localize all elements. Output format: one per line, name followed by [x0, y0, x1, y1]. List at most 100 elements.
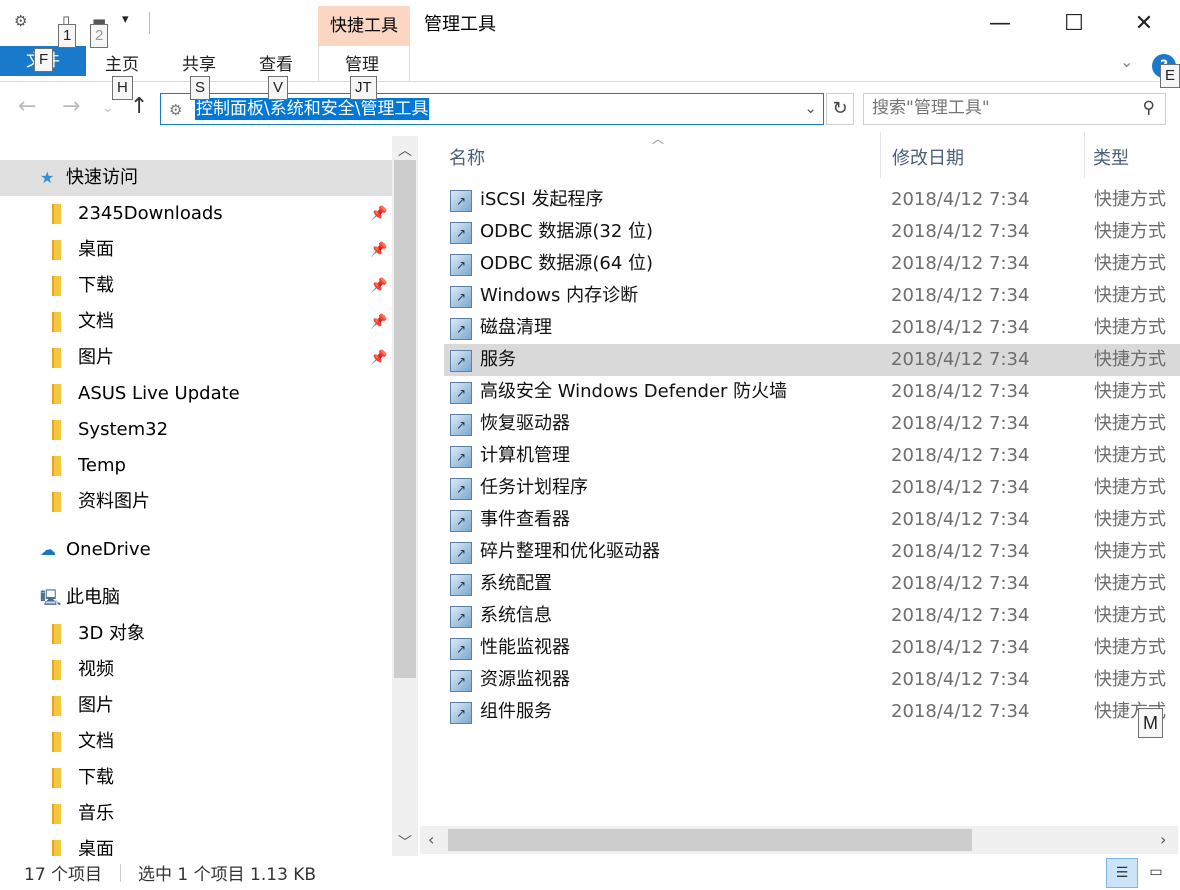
- file-name: 高级安全 Windows Defender 防火墙: [480, 381, 788, 402]
- nav-item[interactable]: Temp: [0, 448, 392, 484]
- nav-item[interactable]: ★ 快速访问: [0, 160, 392, 196]
- nav-item[interactable]: 音乐: [0, 796, 392, 832]
- column-header-name[interactable]: 名称: [449, 144, 485, 170]
- file-row[interactable]: ↗ ODBC 数据源(64 位) 2018/4/12 7:34 快捷方式: [444, 248, 1180, 280]
- scroll-down-icon[interactable]: ﹀: [392, 832, 418, 852]
- file-name: 系统信息: [480, 605, 552, 626]
- file-row[interactable]: ↗ ODBC 数据源(32 位) 2018/4/12 7:34 快捷方式: [444, 216, 1180, 248]
- nav-item[interactable]: System32: [0, 412, 392, 448]
- nav-item[interactable]: 桌面: [0, 832, 392, 856]
- nav-item[interactable]: ASUS Live Update: [0, 376, 392, 412]
- tab-share[interactable]: 共享: [182, 50, 216, 75]
- nav-item[interactable]: 资料图片: [0, 484, 392, 520]
- file-row[interactable]: ↗ 任务计划程序 2018/4/12 7:34 快捷方式: [444, 472, 1180, 504]
- nav-item[interactable]: 文档: [0, 724, 392, 760]
- address-bar[interactable]: ⚙ 控制面板\系统和安全\管理工具 ⌄: [160, 93, 824, 125]
- file-name: ODBC 数据源(32 位): [480, 221, 654, 242]
- pin-icon[interactable]: 📌: [370, 268, 387, 304]
- maximize-button[interactable]: ☐: [1044, 0, 1104, 46]
- nav-item[interactable]: 桌面 📌: [0, 232, 392, 268]
- nav-item[interactable]: 3D 对象: [0, 616, 392, 652]
- close-button[interactable]: ✕: [1114, 0, 1174, 46]
- nav-item[interactable]: 图片: [0, 688, 392, 724]
- tab-manage[interactable]: 管理: [345, 50, 379, 75]
- pin-icon[interactable]: 📌: [370, 340, 387, 376]
- horizontal-scroll-thumb[interactable]: [448, 829, 972, 851]
- file-name: 计算机管理: [480, 445, 570, 466]
- keytip-floating: M: [1138, 708, 1163, 738]
- column-header-type[interactable]: 类型: [1093, 144, 1129, 170]
- pin-icon[interactable]: 📌: [370, 196, 387, 232]
- nav-item[interactable]: 下载 📌: [0, 268, 392, 304]
- nav-item[interactable]: 🖳 此电脑: [0, 580, 392, 616]
- forward-arrow-icon[interactable]: →: [62, 94, 80, 119]
- search-input[interactable]: [872, 98, 1132, 118]
- file-row[interactable]: ↗ 性能监视器 2018/4/12 7:34 快捷方式: [444, 632, 1180, 664]
- scroll-up-icon[interactable]: ︿: [392, 140, 418, 160]
- nav-scrollbar[interactable]: ︿ ﹀: [392, 136, 418, 856]
- folder-icon: [52, 448, 61, 489]
- nav-scroll-thumb[interactable]: [394, 160, 416, 678]
- horizontal-scrollbar[interactable]: ‹ ›: [420, 826, 1178, 854]
- qat-customize-icon[interactable]: ▾: [122, 12, 129, 27]
- file-type: 快捷方式: [1094, 381, 1166, 402]
- minimize-button[interactable]: —: [970, 0, 1030, 46]
- file-name: 任务计划程序: [480, 477, 588, 498]
- nav-item-label: 2345Downloads: [78, 203, 223, 224]
- nav-item-label: 下载: [78, 767, 114, 788]
- nav-item[interactable]: 图片 📌: [0, 340, 392, 376]
- file-row[interactable]: ↗ 系统信息 2018/4/12 7:34 快捷方式: [444, 600, 1180, 632]
- pin-icon[interactable]: 📌: [370, 304, 387, 340]
- shortcut-icon: ↗: [450, 382, 472, 404]
- shortcut-icon: ↗: [450, 190, 472, 212]
- control-panel-icon: ⚙: [169, 101, 183, 119]
- file-row[interactable]: ↗ Windows 内存诊断 2018/4/12 7:34 快捷方式: [444, 280, 1180, 312]
- file-row[interactable]: ↗ 服务 2018/4/12 7:34 快捷方式: [444, 344, 1180, 376]
- back-arrow-icon[interactable]: ←: [18, 94, 36, 119]
- file-row[interactable]: ↗ 恢复驱动器 2018/4/12 7:34 快捷方式: [444, 408, 1180, 440]
- nav-item-label: System32: [78, 419, 169, 440]
- properties-icon[interactable]: ⚙: [14, 12, 27, 30]
- file-row[interactable]: ↗ iSCSI 发起程序 2018/4/12 7:34 快捷方式: [444, 184, 1180, 216]
- search-icon[interactable]: ⚲: [1143, 98, 1155, 118]
- file-row[interactable]: ↗ 事件查看器 2018/4/12 7:34 快捷方式: [444, 504, 1180, 536]
- file-name: 事件查看器: [480, 509, 570, 530]
- shortcut-icon: ↗: [450, 414, 472, 436]
- file-date: 2018/4/12 7:34: [891, 669, 1030, 690]
- file-name: 磁盘清理: [480, 317, 552, 338]
- details-view-button[interactable]: ☰: [1106, 858, 1138, 888]
- tab-view[interactable]: 查看: [259, 50, 293, 75]
- column-divider[interactable]: [880, 132, 881, 178]
- scroll-left-icon[interactable]: ‹: [428, 830, 434, 849]
- file-row[interactable]: ↗ 高级安全 Windows Defender 防火墙 2018/4/12 7:34…: [444, 376, 1180, 408]
- column-header-date[interactable]: 修改日期: [892, 144, 964, 170]
- address-dropdown-icon[interactable]: ⌄: [804, 99, 817, 117]
- shortcut-icon: ↗: [450, 350, 472, 372]
- file-type: 快捷方式: [1094, 221, 1166, 242]
- recent-locations-icon[interactable]: ⌄: [102, 100, 114, 116]
- file-row[interactable]: ↗ 碎片整理和优化驱动器 2018/4/12 7:34 快捷方式: [444, 536, 1180, 568]
- expand-ribbon-icon[interactable]: ⌄: [1120, 52, 1133, 71]
- pin-icon[interactable]: 📌: [370, 232, 387, 268]
- address-path[interactable]: 控制面板\系统和安全\管理工具: [195, 98, 430, 120]
- tab-home[interactable]: 主页: [105, 50, 139, 75]
- file-row[interactable]: ↗ 组件服务 2018/4/12 7:34 快捷方式: [444, 696, 1180, 728]
- nav-item[interactable]: 下载: [0, 760, 392, 796]
- search-box[interactable]: ⚲: [863, 93, 1166, 125]
- file-row[interactable]: ↗ 系统配置 2018/4/12 7:34 快捷方式: [444, 568, 1180, 600]
- column-divider[interactable]: [1084, 132, 1085, 178]
- keytip-file: F: [34, 48, 54, 72]
- large-icons-view-button[interactable]: ▭: [1140, 858, 1172, 888]
- refresh-button[interactable]: ↻: [826, 93, 854, 125]
- qat-divider: [149, 12, 150, 34]
- file-row[interactable]: ↗ 计算机管理 2018/4/12 7:34 快捷方式: [444, 440, 1180, 472]
- nav-item[interactable]: 2345Downloads 📌: [0, 196, 392, 232]
- file-row[interactable]: ↗ 资源监视器 2018/4/12 7:34 快捷方式: [444, 664, 1180, 696]
- scroll-right-icon[interactable]: ›: [1160, 830, 1166, 849]
- nav-item[interactable]: 视频: [0, 652, 392, 688]
- nav-item-label: 桌面: [78, 839, 114, 856]
- nav-item[interactable]: 文档 📌: [0, 304, 392, 340]
- shortcut-icon: ↗: [450, 254, 472, 276]
- nav-item[interactable]: ☁ OneDrive: [0, 532, 392, 568]
- file-row[interactable]: ↗ 磁盘清理 2018/4/12 7:34 快捷方式: [444, 312, 1180, 344]
